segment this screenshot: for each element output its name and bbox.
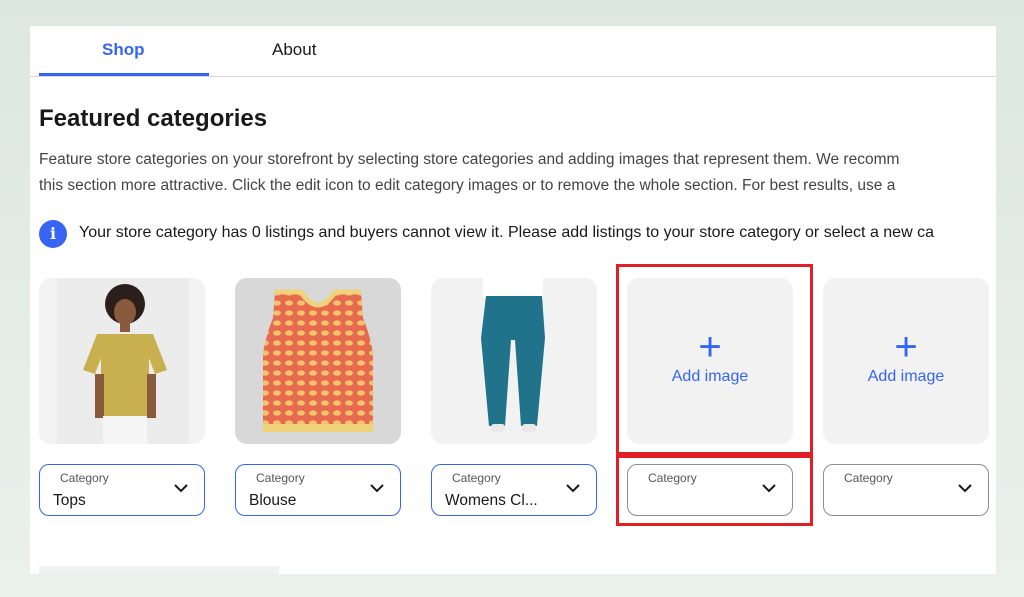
chevron-down-icon bbox=[174, 484, 188, 493]
category-select-3[interactable]: Category Womens Cl... bbox=[431, 464, 597, 516]
category-image-card-womens-clothing[interactable] bbox=[431, 278, 597, 444]
add-image-label: Add image bbox=[867, 368, 945, 385]
section-description: Feature store categories on your storefr… bbox=[39, 147, 996, 199]
storefront-editor-panel: Shop About Featured categories Feature s… bbox=[30, 26, 996, 574]
section-title: Featured categories bbox=[39, 105, 268, 132]
category-select-2[interactable]: Category Blouse bbox=[235, 464, 401, 516]
chevron-down-icon bbox=[566, 484, 580, 493]
plus-icon: + bbox=[894, 325, 918, 369]
category-select-label: Category bbox=[256, 471, 305, 485]
category-select-label: Category bbox=[452, 471, 501, 485]
category-image-card-blouse[interactable] bbox=[235, 278, 401, 444]
category-select-5[interactable]: Category bbox=[823, 464, 989, 516]
highlight-box-add-image bbox=[616, 264, 813, 455]
category-select-value: Blouse bbox=[249, 492, 297, 509]
tab-bar: Shop About bbox=[30, 26, 996, 77]
category-select-label: Category bbox=[844, 471, 893, 485]
category-select-1[interactable]: Category Tops bbox=[39, 464, 205, 516]
description-line-2: this section more attractive. Click the … bbox=[39, 177, 896, 194]
info-icon: i bbox=[39, 220, 67, 248]
knit-vest-top-image bbox=[235, 278, 401, 444]
tab-shop[interactable]: Shop bbox=[102, 40, 145, 60]
notice-text: Your store category has 0 listings and b… bbox=[79, 224, 934, 241]
yellow-tshirt-model-image bbox=[39, 278, 205, 444]
add-image-card-2[interactable]: + Add image bbox=[823, 278, 989, 444]
description-line-1: Feature store categories on your storefr… bbox=[39, 151, 900, 168]
tab-about[interactable]: About bbox=[272, 40, 316, 60]
active-tab-indicator bbox=[39, 73, 209, 76]
cutoff-next-section bbox=[39, 566, 279, 574]
teal-scrub-pants-image bbox=[431, 278, 597, 444]
category-image-card-tops[interactable] bbox=[39, 278, 205, 444]
highlight-box-category-select bbox=[616, 455, 813, 526]
chevron-down-icon bbox=[958, 484, 972, 493]
chevron-down-icon bbox=[370, 484, 384, 493]
category-select-label: Category bbox=[60, 471, 109, 485]
category-select-value: Tops bbox=[53, 492, 86, 509]
category-select-value: Womens Cl... bbox=[445, 492, 538, 509]
